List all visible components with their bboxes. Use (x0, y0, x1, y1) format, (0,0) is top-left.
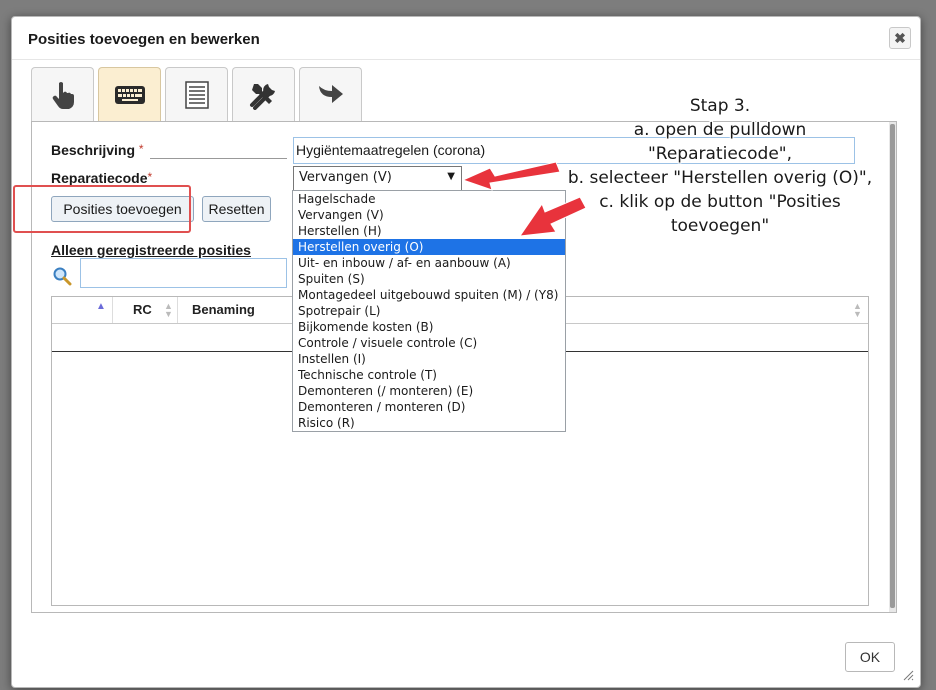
instruction-annotation: Stap 3. a. open de pulldown "Reparatieco… (540, 94, 900, 238)
annotation-line: a. open de pulldown (633, 120, 807, 140)
annotation-line: "Reparatiecode", (647, 144, 792, 164)
annotation-line: Stap 3. (689, 96, 751, 116)
annotation-line: toevoegen" (670, 216, 770, 236)
annotation-line: c. klik op de button "Posities (599, 192, 841, 212)
annotation-line: b. selecteer "Herstellen overig (O)", (567, 168, 873, 188)
